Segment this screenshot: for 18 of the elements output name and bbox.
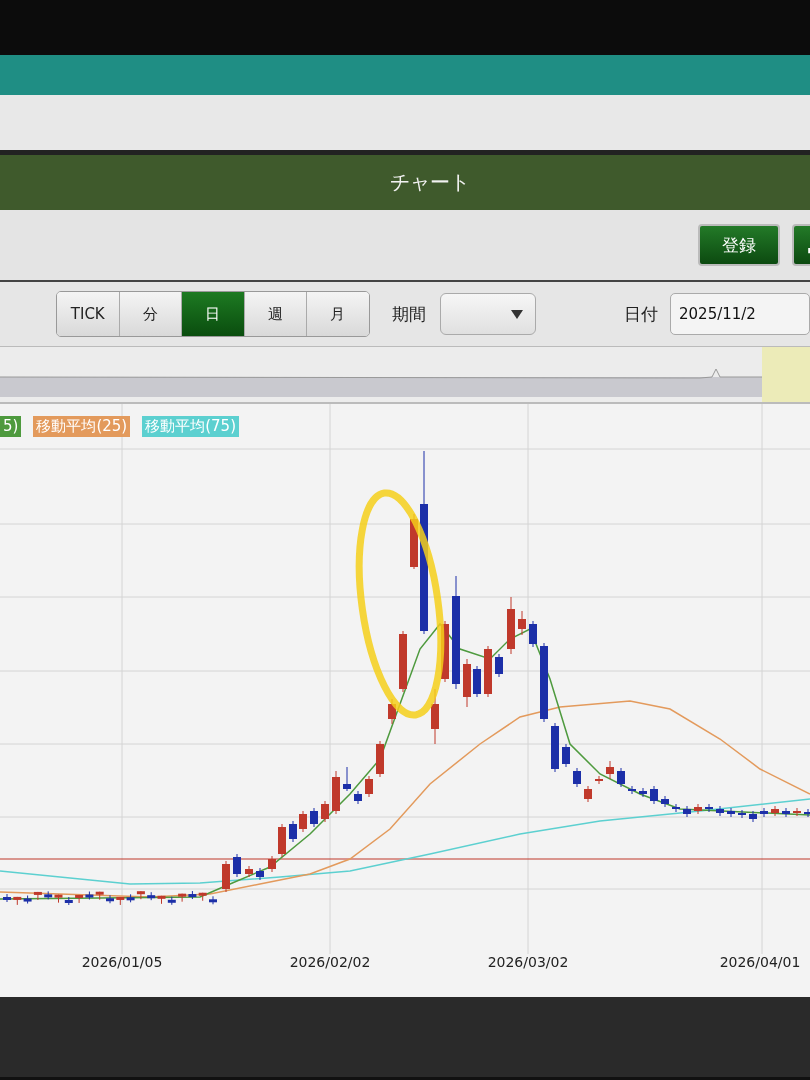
x-axis-label: 2026/01/05: [81, 954, 163, 970]
dropdown-caret-icon: [511, 309, 523, 319]
legend-item: 移動平均(75): [142, 416, 239, 437]
period-tab[interactable]: 月: [307, 292, 370, 336]
period-label: 期間: [392, 302, 427, 326]
legend-item: 5): [0, 416, 22, 437]
date-field[interactable]: 2025/11/2: [670, 293, 810, 335]
period-tab[interactable]: 日: [182, 292, 245, 336]
panel-title: チャート: [390, 169, 470, 196]
register-button[interactable]: 登録: [698, 224, 780, 266]
legend-item: 移動平均(25): [33, 416, 131, 437]
x-axis-label: 2026/04/01: [719, 954, 801, 970]
period-tab[interactable]: TICK: [57, 292, 120, 336]
x-axis-label: 2026/03/02: [487, 954, 569, 970]
period-tab[interactable]: 分: [119, 292, 182, 336]
date-label: 日付: [624, 302, 658, 326]
period-tab[interactable]: 週: [244, 292, 307, 336]
x-axis-label: 2026/02/02: [289, 954, 371, 970]
